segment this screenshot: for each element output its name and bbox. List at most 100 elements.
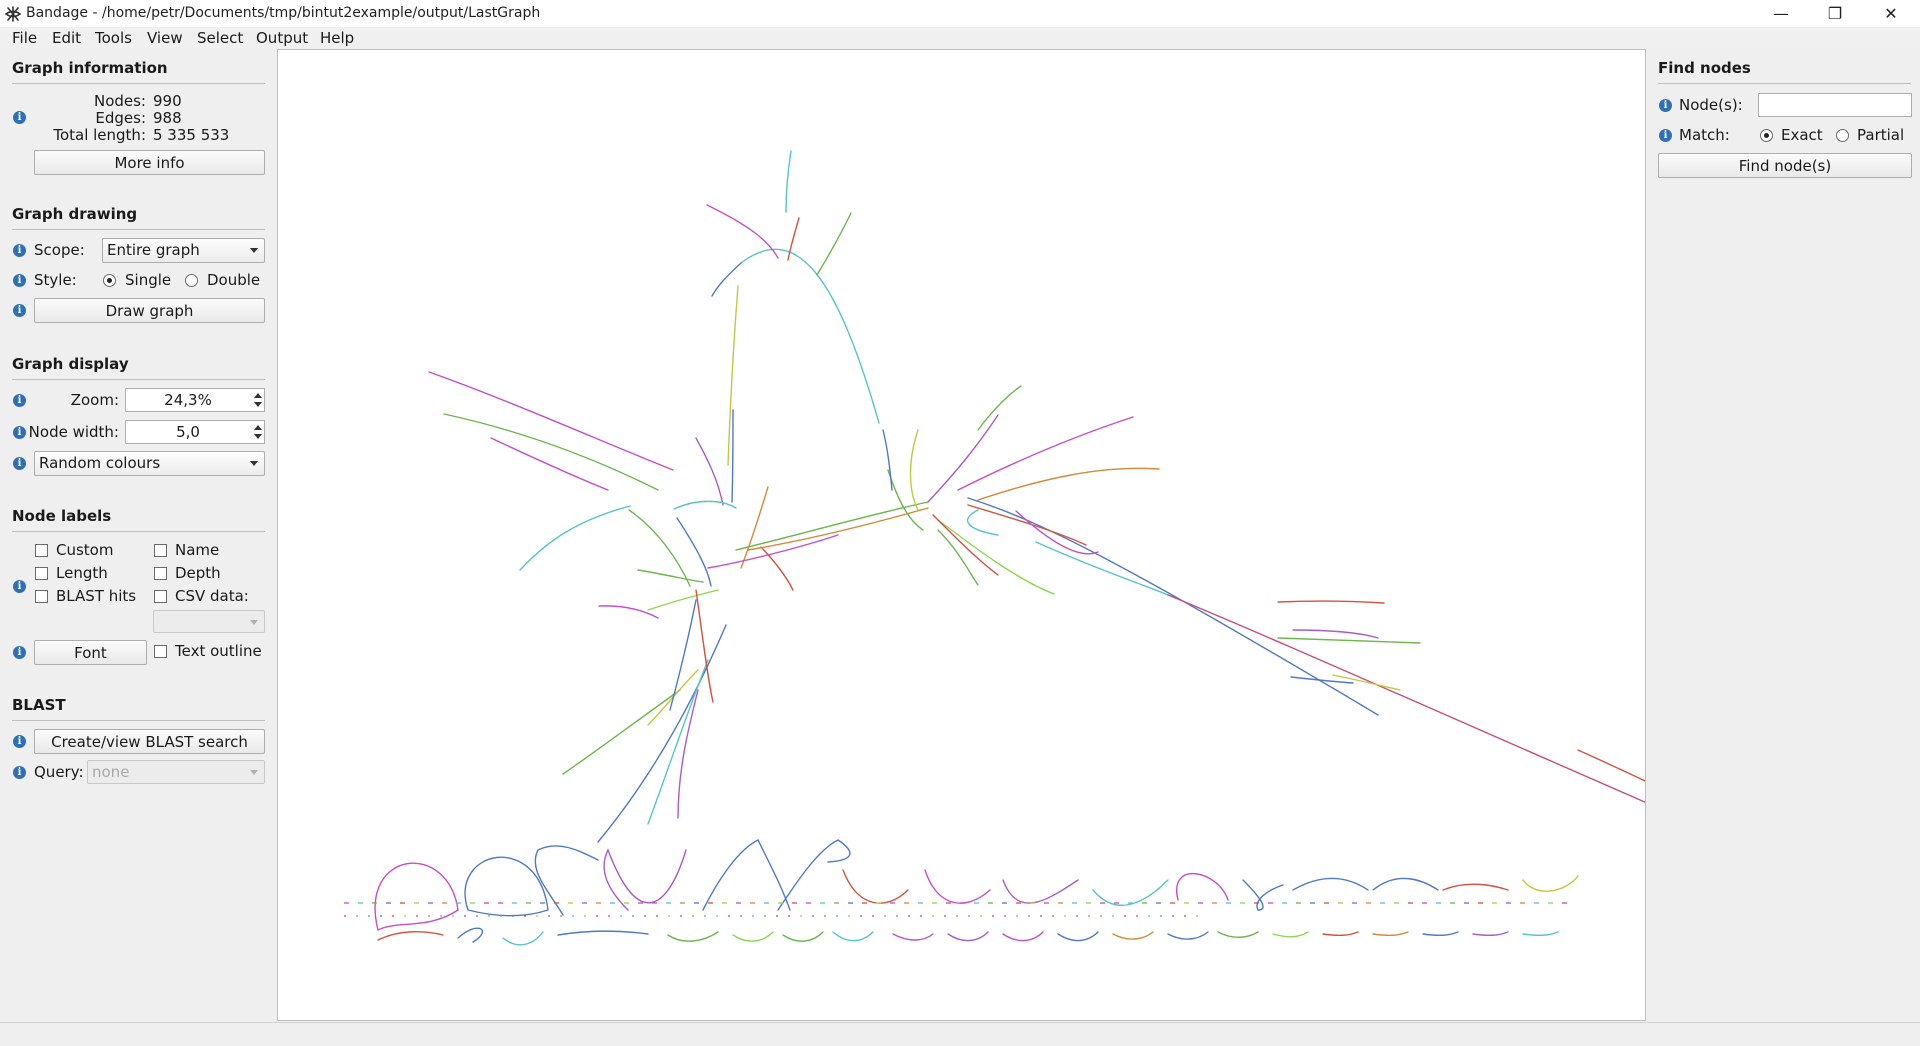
- graph-node[interactable]: [669, 599, 697, 711]
- graph-node[interactable]: [842, 869, 909, 904]
- info-icon[interactable]: i: [13, 735, 26, 748]
- graph-node[interactable]: [603, 848, 687, 911]
- blast-hits-checkbox[interactable]: [35, 590, 48, 603]
- graph-node[interactable]: [1242, 879, 1284, 911]
- graph-node[interactable]: [927, 414, 999, 503]
- style-single-radio[interactable]: [103, 274, 116, 287]
- match-partial-radio[interactable]: [1836, 129, 1849, 142]
- graph-node[interactable]: [732, 931, 774, 942]
- info-icon[interactable]: i: [13, 766, 26, 779]
- draw-graph-button[interactable]: Draw graph: [34, 298, 265, 323]
- graph-node[interactable]: [1522, 931, 1559, 937]
- menu-file[interactable]: File: [8, 28, 41, 48]
- find-nodes-input[interactable]: [1758, 93, 1912, 117]
- name-checkbox[interactable]: [154, 544, 167, 557]
- length-checkbox[interactable]: [35, 567, 48, 580]
- graph-node[interactable]: [887, 469, 924, 531]
- style-single-label[interactable]: Single: [125, 271, 171, 289]
- graph-node[interactable]: [816, 212, 852, 276]
- graph-node[interactable]: [1442, 883, 1509, 891]
- graph-node[interactable]: [760, 546, 794, 591]
- graph-node[interactable]: [1292, 877, 1369, 891]
- name-label[interactable]: Name: [175, 541, 219, 559]
- assembly-graph[interactable]: [278, 50, 1645, 1020]
- info-icon[interactable]: i: [13, 426, 26, 439]
- depth-label[interactable]: Depth: [175, 564, 221, 582]
- graph-node[interactable]: [1167, 931, 1209, 940]
- graph-node[interactable]: [1035, 541, 1169, 596]
- menu-help[interactable]: Help: [316, 28, 358, 48]
- style-double-label[interactable]: Double: [207, 271, 260, 289]
- graph-node[interactable]: [1272, 931, 1309, 938]
- close-button[interactable]: ✕: [1868, 0, 1914, 27]
- menu-edit[interactable]: Edit: [48, 28, 85, 48]
- info-icon[interactable]: i: [13, 646, 26, 659]
- graph-node[interactable]: [882, 429, 893, 491]
- spin-down-icon[interactable]: [254, 434, 262, 439]
- graph-node[interactable]: [1422, 931, 1459, 937]
- graph-node[interactable]: [1372, 931, 1409, 937]
- graph-node[interactable]: [1167, 594, 1645, 870]
- info-icon[interactable]: i: [13, 304, 26, 317]
- info-icon[interactable]: i: [1659, 99, 1672, 112]
- graph-node[interactable]: [711, 262, 742, 297]
- graph-node[interactable]: [1015, 510, 1099, 555]
- graph-node[interactable]: [966, 509, 999, 536]
- graph-node[interactable]: [457, 927, 484, 943]
- maximize-button[interactable]: ❐: [1812, 0, 1858, 27]
- graph-node[interactable]: [937, 519, 1055, 595]
- graph-node[interactable]: [977, 385, 1022, 431]
- zoom-spinbox[interactable]: 24,3%: [125, 388, 265, 412]
- info-icon[interactable]: i: [13, 274, 26, 287]
- info-icon[interactable]: i: [1659, 129, 1672, 142]
- graph-node[interactable]: [1217, 931, 1259, 938]
- text-outline-label[interactable]: Text outline: [175, 642, 262, 660]
- info-icon[interactable]: i: [13, 580, 26, 593]
- graph-node[interactable]: [731, 409, 734, 503]
- find-nodes-button[interactable]: Find node(s): [1658, 153, 1912, 178]
- graph-node[interactable]: [677, 689, 699, 819]
- graph-node[interactable]: [1092, 879, 1169, 906]
- graph-node[interactable]: [1522, 875, 1579, 892]
- info-icon[interactable]: i: [13, 244, 26, 257]
- menu-view[interactable]: View: [143, 28, 187, 48]
- graph-node[interactable]: [702, 839, 791, 911]
- menu-select[interactable]: Select: [193, 28, 247, 48]
- graph-node[interactable]: [832, 931, 874, 942]
- blast-hits-label[interactable]: BLAST hits: [56, 587, 136, 605]
- graph-node[interactable]: [937, 529, 979, 586]
- graph-node[interactable]: [1002, 879, 1079, 904]
- graph-node[interactable]: [892, 933, 934, 941]
- graph-node[interactable]: [1002, 931, 1044, 942]
- font-button[interactable]: Font: [34, 640, 147, 665]
- graph-node[interactable]: [957, 416, 1134, 491]
- csv-data-label[interactable]: CSV data:: [175, 587, 249, 605]
- graph-node[interactable]: [1472, 931, 1509, 937]
- match-exact-label[interactable]: Exact: [1781, 126, 1823, 144]
- graph-node[interactable]: [443, 413, 659, 491]
- graph-node[interactable]: [947, 931, 989, 942]
- graph-node[interactable]: [967, 497, 1379, 716]
- graph-node[interactable]: [1277, 600, 1385, 604]
- graph-node[interactable]: [782, 931, 824, 942]
- graph-node[interactable]: [647, 589, 719, 611]
- graph-node[interactable]: [1175, 873, 1229, 901]
- graph-node[interactable]: [695, 437, 724, 506]
- graph-node[interactable]: [735, 501, 929, 551]
- graph-node[interactable]: [1577, 749, 1645, 870]
- custom-checkbox[interactable]: [35, 544, 48, 557]
- graph-node[interactable]: [502, 931, 544, 946]
- spin-up-icon[interactable]: [254, 393, 262, 398]
- info-icon[interactable]: i: [13, 111, 26, 124]
- graph-node[interactable]: [1292, 629, 1379, 639]
- graph-node[interactable]: [1277, 637, 1421, 644]
- csv-data-checkbox[interactable]: [154, 590, 167, 603]
- custom-label[interactable]: Custom: [56, 541, 113, 559]
- match-exact-radio[interactable]: [1760, 129, 1773, 142]
- graph-node[interactable]: [637, 569, 704, 583]
- scope-dropdown[interactable]: Entire graph: [102, 238, 265, 263]
- graph-node[interactable]: [1112, 931, 1154, 940]
- graph-node[interactable]: [909, 429, 919, 511]
- graph-node[interactable]: [374, 862, 459, 931]
- graph-node[interactable]: [747, 507, 929, 551]
